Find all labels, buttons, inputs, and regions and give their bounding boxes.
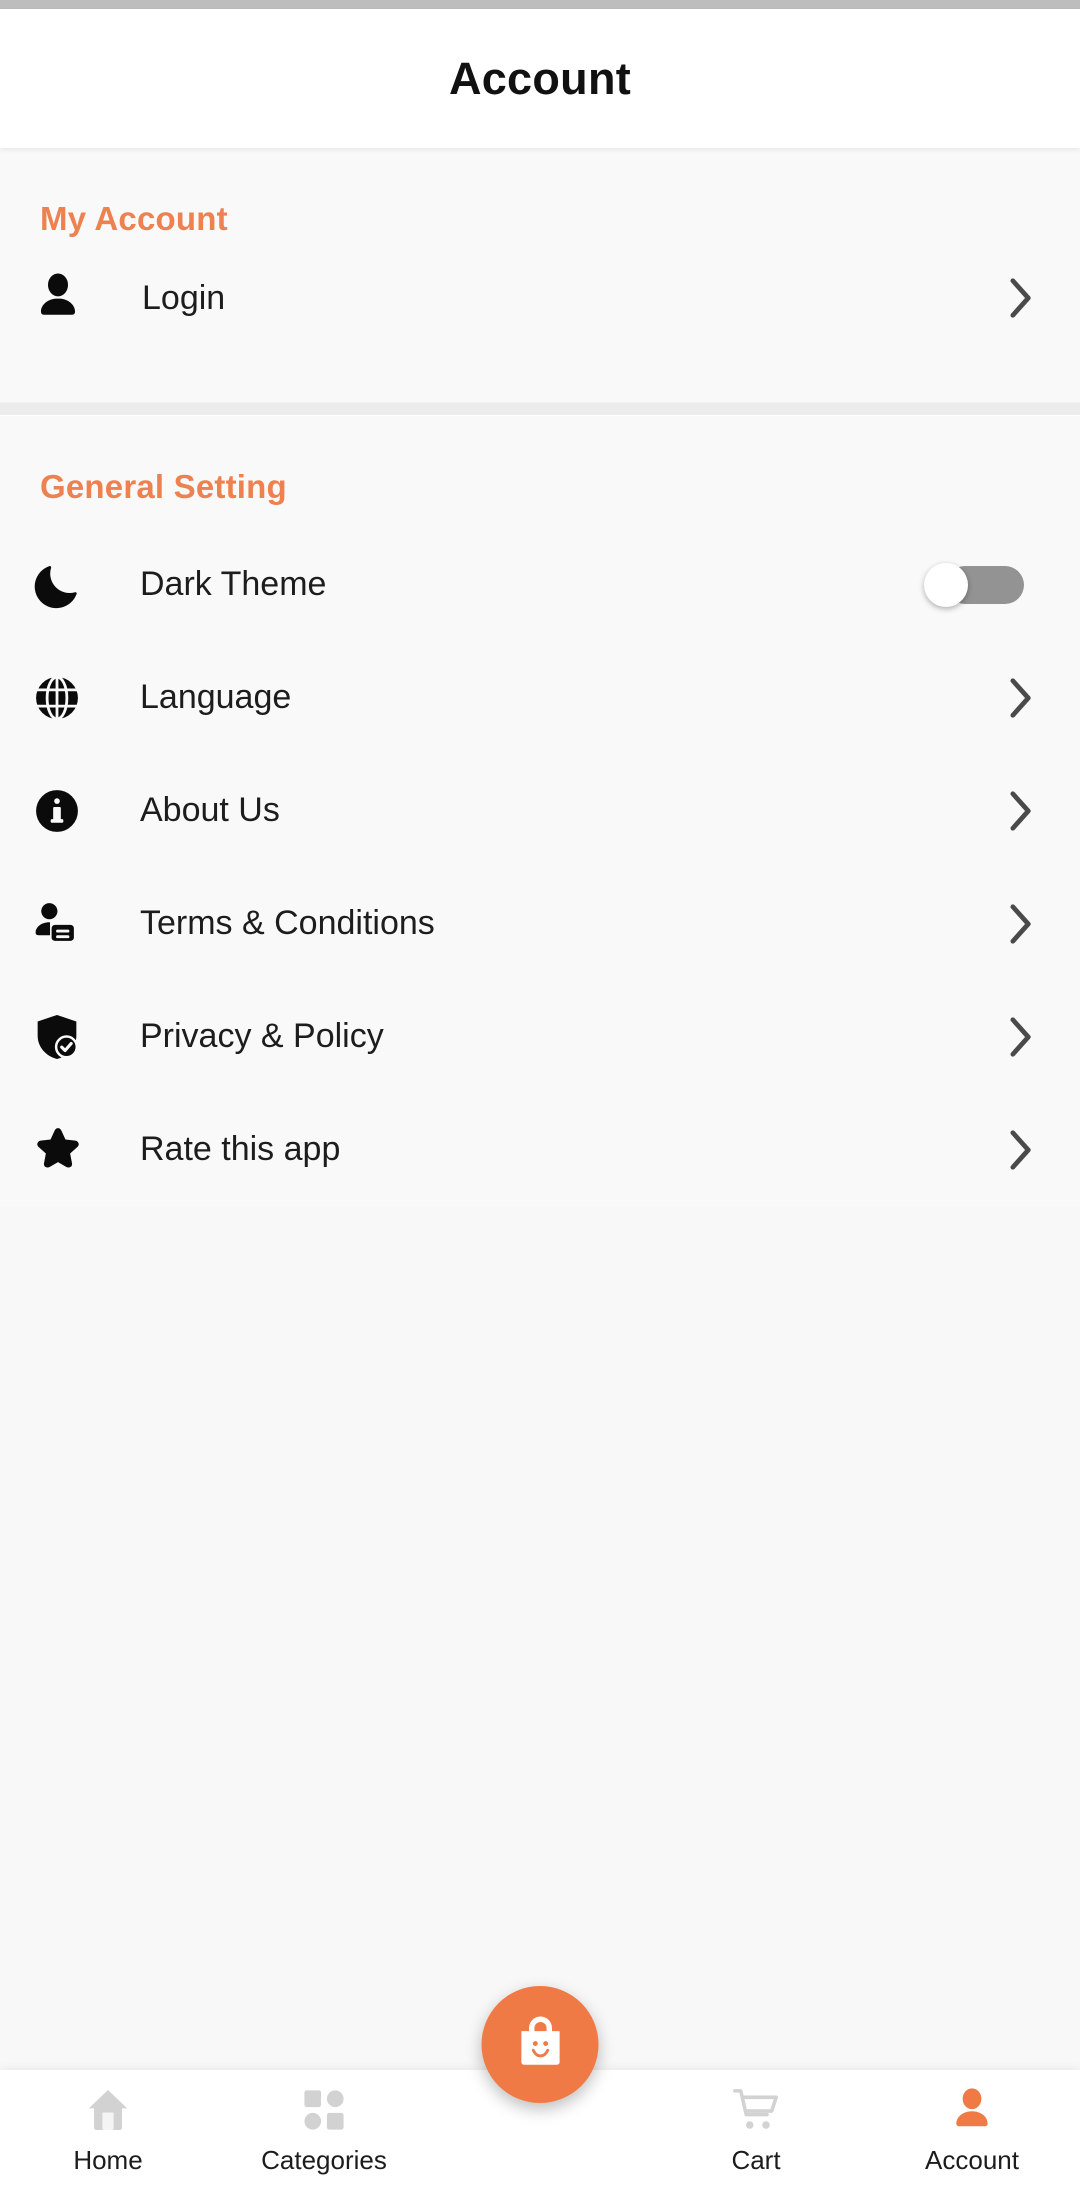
cart-icon [731,2082,781,2138]
nav-label-cart: Cart [731,2145,781,2175]
home-icon [83,2082,133,2138]
shield-check-icon [30,1010,102,1064]
section-title-my-account: My Account [40,200,228,237]
nav-item-categories[interactable]: Categories [216,2070,432,2199]
shop-fab-button[interactable] [481,1986,599,2103]
row-about-us[interactable]: About Us [0,754,1080,867]
row-language[interactable]: Language [0,641,1080,754]
dark-theme-toggle[interactable] [924,562,1024,607]
app-header: Account [0,9,1080,148]
row-login[interactable]: Login [0,238,1080,358]
row-label-dark-theme: Dark Theme [140,565,327,603]
terms-icon [30,897,102,951]
section-my-account: My Account Login [0,148,1080,402]
section-title-general-setting: General Setting [40,468,287,505]
globe-icon [30,671,102,725]
row-label-login: Login [142,278,226,317]
person-icon [947,2082,997,2138]
row-label-about-us: About Us [140,791,280,829]
toggle-knob [924,562,968,607]
chevron-right-icon[interactable] [1004,1011,1038,1063]
shopping-bag-smile-icon [509,2011,571,2078]
chevron-right-icon[interactable] [1004,785,1038,837]
row-dark-theme[interactable]: Dark Theme [0,528,1080,641]
nav-label-account: Account [925,2145,1019,2175]
settings-content: My Account Login General Setting Dark Th… [0,148,1080,2199]
row-label-rate-this-app: Rate this app [140,1130,341,1168]
grid-icon [299,2082,349,2138]
nav-item-cart[interactable]: Cart [648,2070,864,2199]
section-general-setting: General Setting Dark Theme Language Abou… [0,416,1080,1206]
nav-label-categories: Categories [261,2145,387,2175]
row-rate-this-app[interactable]: Rate this app [0,1093,1080,1206]
row-label-privacy-policy: Privacy & Policy [140,1017,384,1055]
row-privacy-policy[interactable]: Privacy & Policy [0,980,1080,1093]
chevron-right-icon[interactable] [1004,272,1038,324]
info-icon [30,784,102,838]
chevron-right-icon[interactable] [1004,672,1038,724]
nav-label-home: Home [73,2145,143,2175]
status-bar [0,0,1080,9]
star-icon [30,1122,102,1178]
person-icon [30,270,102,326]
chevron-right-icon[interactable] [1004,1124,1038,1176]
account-screen: Account My Account Login General Setting… [0,0,1080,2199]
row-label-terms-conditions: Terms & Conditions [140,904,435,942]
row-label-language: Language [140,678,292,716]
chevron-right-icon[interactable] [1004,898,1038,950]
row-terms-conditions[interactable]: Terms & Conditions [0,867,1080,980]
moon-icon [30,558,102,612]
nav-item-account[interactable]: Account [864,2070,1080,2199]
nav-item-home[interactable]: Home [0,2070,216,2199]
page-title: Account [448,52,632,104]
section-divider [0,402,1080,416]
